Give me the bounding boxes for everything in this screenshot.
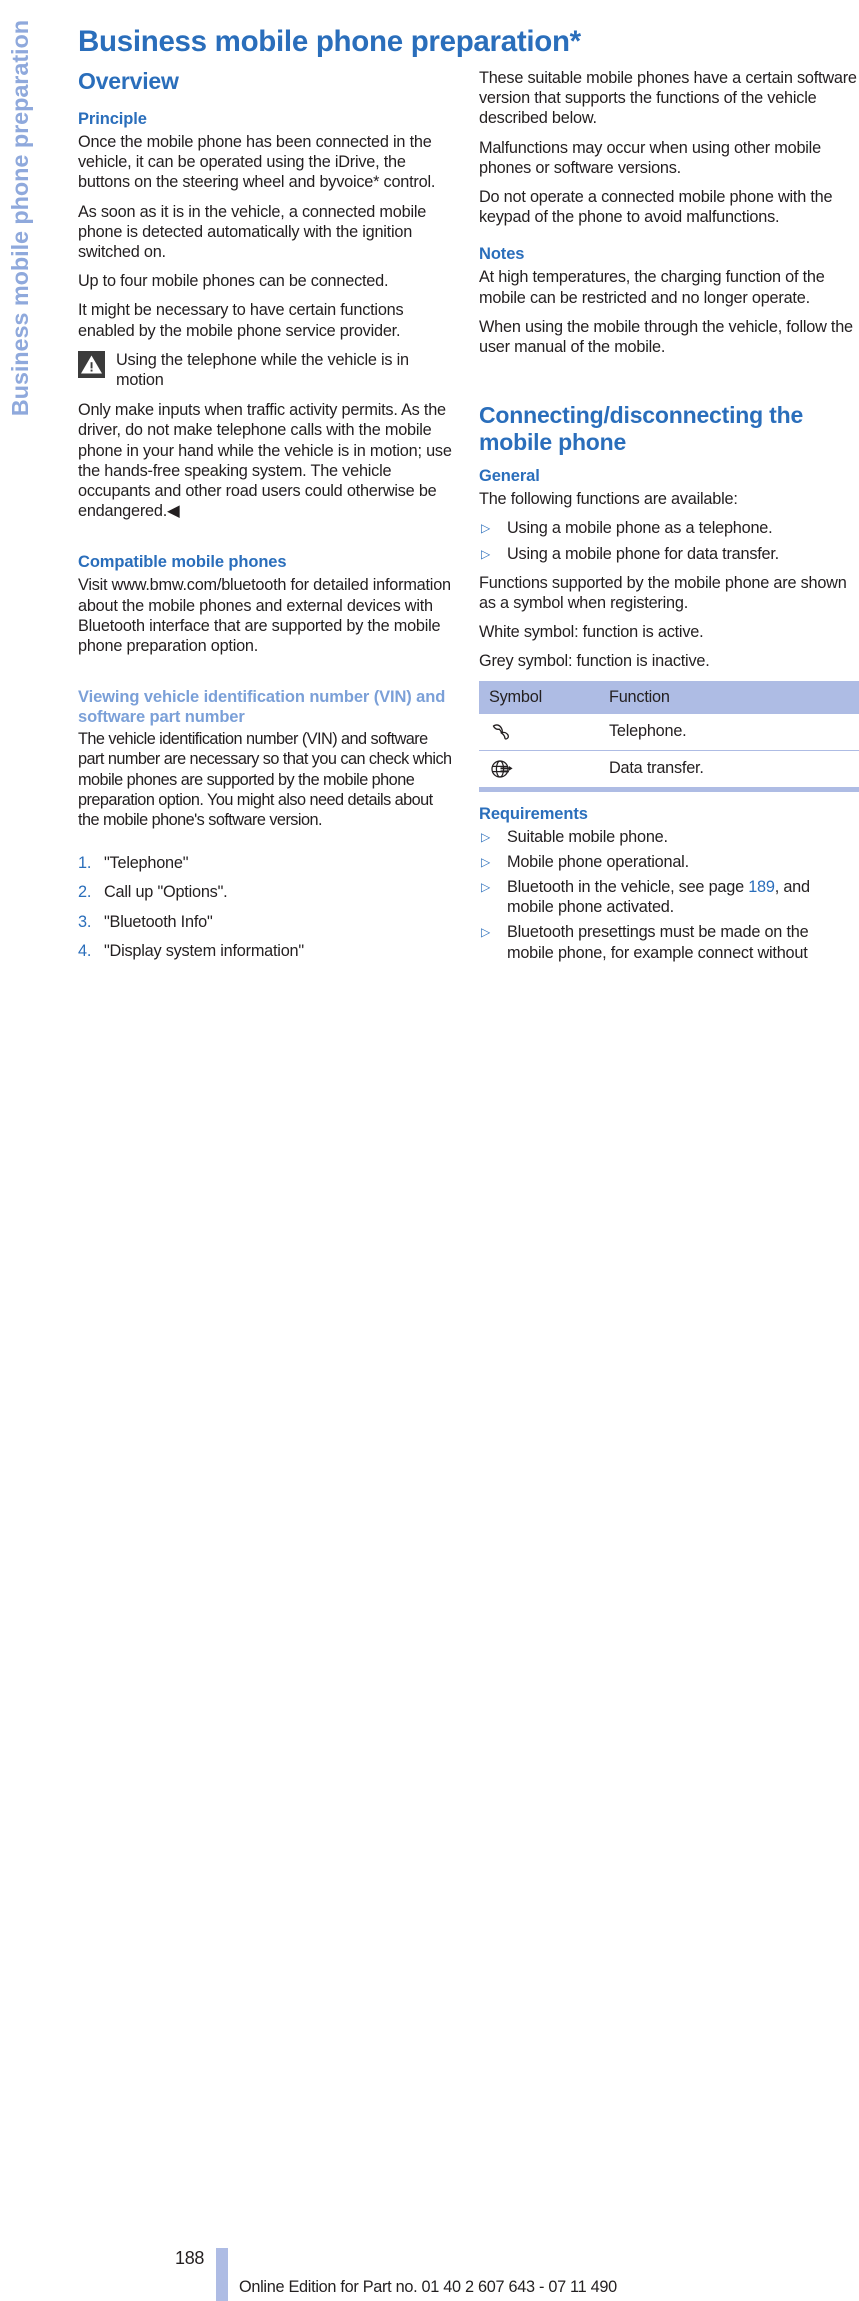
triangle-bullet-icon: ▷: [481, 854, 491, 869]
warning-title: Using the telephone while the vehicle is…: [116, 350, 409, 390]
vin-paragraph: The vehicle identification number (VIN) …: [78, 730, 452, 830]
list-item: ▷ Bluetooth in the vehicle, see page 189…: [479, 877, 859, 917]
general-functions-list: ▷ Using a mobile phone as a telephone. ▷…: [479, 518, 859, 563]
triangle-bullet-icon: ▷: [481, 880, 491, 895]
footer-page-number: 188: [175, 2248, 205, 2268]
list-item: ▷ Using a mobile phone for data transfer…: [479, 544, 859, 564]
step-text: "Display system information": [104, 941, 304, 960]
list-item: ▷ Mobile phone operational.: [479, 852, 859, 872]
list-item: ▷ Bluetooth presettings must be made on …: [479, 922, 859, 962]
page-title: Business mobile phone preparation*: [78, 24, 581, 58]
compatible-phones-paragraph: Visit www.bmw.com/bluetooth for detailed…: [78, 576, 451, 656]
left-column: Overview Principle Once the mobile phone…: [78, 68, 457, 972]
table-cell-function: Telephone.: [599, 713, 859, 751]
triangle-bullet-icon: ▷: [481, 829, 491, 844]
triangle-bullet-icon: ▷: [481, 521, 491, 536]
step-number: 2.: [78, 883, 92, 902]
step-number: 1.: [78, 854, 92, 873]
list-item-label: Using a mobile phone as a telephone.: [507, 519, 773, 538]
list-item-label: Suitable mobile phone.: [507, 827, 668, 846]
list-item-label: Mobile phone operational.: [507, 852, 689, 871]
subsection-heading-vin: Viewing vehicle identification number (V…: [78, 688, 446, 727]
list-item: ▷ Suitable mobile phone.: [479, 827, 859, 847]
warning-body: Only make inputs when traffic activity p…: [78, 401, 452, 521]
principle-paragraph-3: Up to four mobile phones can be connecte…: [78, 272, 389, 291]
table-row: Data transfer.: [479, 750, 859, 792]
step-text: Call up "Options".: [104, 883, 228, 902]
requirements-list: ▷ Suitable mobile phone. ▷ Mobile phone …: [479, 827, 859, 963]
page-footer: 188 Online Edition for Part no. 01 40 2 …: [0, 1120, 859, 2301]
vin-steps-list: 1. "Telephone" 2. Call up "Options". 3. …: [78, 853, 457, 961]
general-paragraph-3: Grey symbol: function is inactive.: [479, 652, 710, 671]
subsection-heading-requirements: Requirements: [479, 804, 588, 823]
page-reference-link[interactable]: 189: [748, 878, 775, 896]
two-column-body: Overview Principle Once the mobile phone…: [78, 68, 859, 972]
table-cell-function: Data transfer.: [599, 750, 859, 792]
table-header-row: Symbol Function: [479, 680, 859, 714]
warning-triangle-icon: [78, 350, 105, 378]
telephone-handset-icon: [479, 713, 599, 751]
step-text: "Bluetooth Info": [104, 912, 213, 931]
general-paragraph-1: Functions supported by the mobile phone …: [479, 573, 847, 613]
triangle-bullet-icon: ▷: [481, 546, 491, 561]
list-item-label: Bluetooth presettings must be made on th…: [507, 923, 809, 962]
subsection-heading-general: General: [479, 467, 540, 486]
page-content: Business mobile phone preparation* Overv…: [78, 0, 859, 1181]
intro-paragraph-2: Malfunctions may occur when using other …: [479, 138, 821, 177]
step-number: 3.: [78, 912, 92, 931]
chapter-side-tab: Business mobile phone preparation: [0, 0, 40, 1181]
list-item-label: Using a mobile phone for data transfer.: [507, 544, 779, 563]
column-header-function: Function: [599, 680, 859, 714]
section-heading-connecting: Connecting/disconnecting the mobile phon…: [479, 402, 804, 456]
list-item: 4. "Display system information": [78, 941, 457, 961]
table-row: Telephone.: [479, 713, 859, 751]
footer-accent-bar: [216, 2248, 228, 2301]
column-header-symbol: Symbol: [479, 680, 599, 714]
step-text: "Telephone": [104, 854, 189, 873]
footer-edition-note: Online Edition for Part no. 01 40 2 607 …: [239, 2278, 617, 2296]
symbol-function-table: Symbol Function Telephone. Data transfer…: [479, 680, 859, 792]
list-item-label-bluetooth: Bluetooth in the vehicle, see page 189, …: [507, 877, 859, 917]
principle-paragraph-2: As soon as it is in the vehicle, a conne…: [78, 202, 427, 262]
list-item: 3. "Bluetooth Info": [78, 912, 457, 932]
requirement-text-lead: Bluetooth in the vehicle, see page: [507, 878, 749, 897]
general-intro-paragraph: The following functions are available:: [479, 490, 738, 509]
subsection-heading-principle: Principle: [78, 110, 147, 128]
list-item: 2. Call up "Options".: [78, 882, 457, 902]
subsection-heading-notes: Notes: [479, 245, 525, 264]
general-paragraph-2: White symbol: function is active.: [479, 623, 704, 642]
list-item: 1. "Telephone": [78, 853, 457, 873]
chapter-side-tab-label: Business mobile phone preparation: [6, 20, 33, 417]
step-number: 4.: [78, 941, 92, 960]
intro-paragraph-1: These suitable mobile phones have a cert…: [479, 69, 857, 128]
principle-paragraph-4: It might be necessary to have certain fu…: [78, 301, 404, 340]
section-heading-overview: Overview: [78, 68, 179, 94]
list-item: ▷ Using a mobile phone as a telephone.: [479, 518, 859, 538]
subsection-heading-compatible-phones: Compatible mobile phones: [78, 553, 287, 572]
notes-paragraph-2: When using the mobile through the vehicl…: [479, 317, 853, 357]
triangle-bullet-icon: ▷: [481, 925, 491, 940]
principle-paragraph-1: Once the mobile phone has been connected…: [78, 133, 436, 192]
warning-block: Using the telephone while the vehicle is…: [78, 350, 457, 390]
intro-paragraph-3: Do not operate a connected mobile phone …: [479, 188, 833, 227]
right-column: These suitable mobile phones have a cert…: [479, 68, 859, 972]
globe-data-transfer-icon: [479, 750, 599, 792]
notes-paragraph-1: At high temperatures, the charging funct…: [479, 268, 825, 307]
